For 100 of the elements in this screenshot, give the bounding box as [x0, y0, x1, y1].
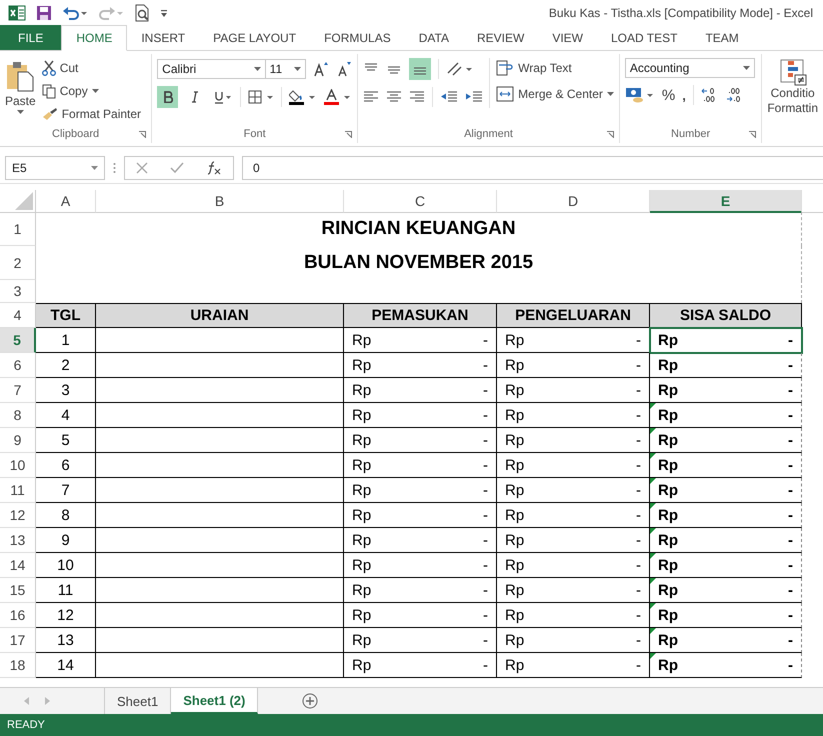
dialog-launcher-icon[interactable] [345, 131, 352, 138]
row-header[interactable]: 13 [0, 528, 36, 553]
caret-icon [91, 166, 98, 170]
borders-icon[interactable] [248, 90, 274, 104]
ribbon-tab[interactable]: INSERT [127, 25, 200, 50]
dialog-launcher-icon[interactable] [139, 131, 146, 138]
dialog-launcher-icon[interactable] [749, 131, 756, 138]
comma-style-button[interactable]: , [682, 88, 686, 102]
name-box[interactable]: E5 [5, 156, 105, 180]
paste-button[interactable]: Paste [5, 58, 36, 125]
row-header[interactable]: 8 [0, 403, 36, 428]
grow-font-icon[interactable] [313, 61, 330, 77]
row-header[interactable]: 1 [0, 212, 36, 246]
row-header[interactable]: 12 [0, 503, 36, 528]
row-header[interactable]: 17 [0, 628, 36, 653]
table-cell: Rp - [497, 553, 650, 578]
table-cell: 6 [36, 453, 96, 478]
column-header[interactable]: A [36, 190, 96, 213]
ribbon-tab[interactable]: REVIEW [462, 25, 538, 50]
table-cell: Rp - [344, 528, 497, 553]
row-header[interactable]: 15 [0, 578, 36, 603]
formula-input[interactable]: 0 [242, 156, 823, 180]
conditional-formatting-button[interactable]: Conditio Formattin [767, 58, 818, 116]
table-cell: 8 [36, 503, 96, 528]
decrease-indent-icon[interactable] [440, 90, 458, 104]
ribbon-tab[interactable]: DATA [404, 25, 463, 50]
italic-icon [191, 91, 200, 103]
table-cell: Rp - [344, 378, 497, 403]
table-cell: Rp - [650, 603, 802, 628]
align-center-icon[interactable] [386, 90, 402, 104]
table-cell: 11 [36, 578, 96, 603]
row-header[interactable]: 10 [0, 453, 36, 478]
table-cell: Rp - [650, 378, 802, 403]
drag-handle-icon[interactable] [113, 162, 116, 174]
table-cell: Rp - [650, 553, 802, 578]
table-cell: Rp - [497, 428, 650, 453]
table-cell: Rp - [650, 453, 802, 478]
table-cell: Rp - [650, 578, 802, 603]
table-cell: Rp - [650, 653, 802, 678]
font-name-dropdown[interactable]: Calibri [157, 59, 266, 79]
number-format-dropdown[interactable]: Accounting [624, 58, 755, 78]
table-cell: Rp - [344, 603, 497, 628]
row-header[interactable]: 7 [0, 378, 36, 403]
table-cell: Rp - [650, 328, 802, 353]
caret-icon [606, 92, 614, 96]
sheet-tab[interactable]: Sheet1 (2) [171, 688, 258, 714]
excel-logo-icon[interactable] [8, 4, 26, 22]
merge-center-button[interactable]: Merge & Center [496, 84, 614, 104]
bottom-align-button[interactable] [409, 58, 432, 80]
currency-icon[interactable] [624, 86, 655, 104]
increase-indent-icon[interactable] [465, 90, 484, 104]
row-header[interactable]: 2 [0, 246, 36, 280]
font-size-dropdown[interactable]: 11 [264, 59, 306, 79]
format-painter-button[interactable]: Format Painter [42, 104, 142, 124]
row-header[interactable]: 6 [0, 353, 36, 378]
checkmark-icon[interactable] [170, 162, 184, 174]
cut-button[interactable]: Cut [42, 58, 142, 78]
row-header[interactable]: 3 [0, 280, 36, 303]
fill-color-icon[interactable] [289, 89, 318, 105]
row-header[interactable]: 16 [0, 603, 36, 628]
customize-toolbar-icon[interactable] [160, 8, 168, 18]
ribbon-tab[interactable]: FORMULAS [310, 25, 405, 50]
bold-button[interactable] [157, 86, 178, 108]
percent-style-button[interactable]: % [662, 86, 676, 104]
add-sheet-icon[interactable] [302, 693, 318, 709]
copy-button[interactable]: Copy [42, 81, 142, 101]
shrink-font-icon[interactable] [336, 61, 352, 77]
ribbon-tab[interactable]: PAGE LAYOUT [199, 25, 310, 50]
column-header[interactable]: C [344, 190, 497, 213]
ribbon-tab[interactable]: TEAM [691, 25, 753, 50]
merge-cells-icon [496, 86, 514, 102]
align-left-icon[interactable] [363, 90, 380, 104]
ribbon-tab[interactable]: LOAD TEST [597, 25, 692, 50]
dialog-launcher-icon[interactable] [606, 131, 614, 138]
save-icon[interactable] [36, 4, 52, 20]
table-cell: 1 [36, 328, 96, 353]
row-header[interactable]: 5 [0, 328, 36, 353]
sheet-title: BULAN NOVEMBER 2015 [304, 252, 534, 274]
print-preview-icon[interactable] [134, 4, 150, 22]
table-cell: Rp - [344, 628, 497, 653]
align-right-icon[interactable] [409, 90, 426, 104]
ribbon-tab[interactable]: VIEW [538, 25, 597, 50]
row-header[interactable]: 14 [0, 553, 36, 578]
table-cell: Rp - [497, 353, 650, 378]
caret-icon [254, 67, 261, 71]
undo-icon[interactable] [62, 4, 88, 20]
insert-function-icon[interactable] [206, 161, 222, 175]
conditional-formatting-icon [778, 58, 807, 86]
orientation-icon[interactable] [446, 61, 472, 77]
wrap-text-button[interactable]: Wrap Text [496, 58, 614, 78]
row-header[interactable]: 9 [0, 428, 36, 453]
ribbon-tab[interactable]: FILE [0, 25, 62, 50]
column-header[interactable]: E [650, 190, 802, 213]
table-cell: 3 [36, 378, 96, 403]
bold-icon [162, 91, 173, 103]
column-header[interactable]: B [96, 190, 344, 213]
ribbon-tab[interactable]: HOME [61, 25, 128, 51]
row-header[interactable]: 11 [0, 478, 36, 503]
row-header[interactable]: 18 [0, 653, 36, 678]
font-color-icon[interactable] [324, 89, 352, 105]
